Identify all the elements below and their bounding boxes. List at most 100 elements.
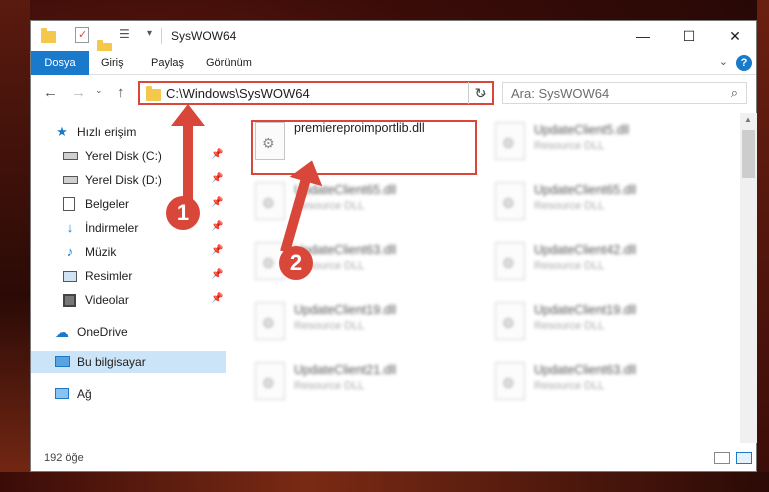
item-count: 192 öğe [44,452,84,464]
expand-ribbon-icon[interactable]: ⌄ [719,55,728,68]
file-name: UpdateClient65.dll [294,183,397,197]
dll-file-icon: ⚙ [495,242,525,280]
file-item[interactable]: ⚙ UpdateClient19.dll Resource DLL [247,298,477,350]
search-placeholder: Ara: SysWOW64 [511,86,610,101]
sidebar-item-network[interactable]: Ağ [31,383,226,405]
arrow-1-head [171,104,205,126]
file-item[interactable]: ⚙ UpdateClient5.dll Resource DLL [487,118,717,170]
title-separator [161,28,162,44]
sidebar-item-music[interactable]: ♪ Müzik 📌 [31,241,226,263]
large-icons-view-icon[interactable] [736,452,752,464]
recent-locations-icon[interactable]: ⌄ [95,85,103,96]
network-icon [55,388,69,399]
properties-icon[interactable]: ✓ [75,27,89,43]
pin-icon[interactable]: 📌 [211,269,223,280]
step-marker-1: 1 [166,196,200,230]
customize-toolbar-icon[interactable]: ☰ [119,27,130,43]
file-item[interactable]: ⚙ UpdateClient63.dll Resource DLL [487,358,717,410]
status-bar: 192 öğe [31,447,756,471]
dll-file-icon: ⚙ [495,122,525,160]
tab-home[interactable]: Giriş [91,51,134,75]
search-input[interactable]: Ara: SysWOW64 ⌕ [502,82,747,104]
gear-icon: ⚙ [262,195,275,211]
dll-file-icon: ⚙ [495,182,525,220]
details-view-icon[interactable] [714,452,730,464]
forward-button[interactable]: → [71,84,86,101]
gear-icon: ⚙ [502,315,515,331]
sidebar-item-disk-c[interactable]: Yerel Disk (C:) 📌 [31,145,226,167]
scroll-up-icon[interactable]: ▲ [744,115,752,124]
sidebar-item-label: Yerel Disk (D:) [85,173,162,187]
file-highlight-box [251,120,477,175]
file-type: Resource DLL [294,380,365,392]
tab-file[interactable]: Dosya [31,51,89,75]
scroll-thumb[interactable] [742,130,755,178]
address-path[interactable]: C:\Windows\SysWOW64 [166,86,310,101]
sidebar-item-label: İndirmeler [85,221,139,235]
maximize-button[interactable]: ☐ [666,21,712,51]
minimize-button[interactable]: — [620,21,666,51]
dll-file-icon: ⚙ [255,182,285,220]
close-button[interactable]: ✕ [712,21,758,51]
gear-icon: ⚙ [262,315,275,331]
sidebar-item-disk-d[interactable]: Yerel Disk (D:) 📌 [31,169,226,191]
file-name: UpdateClient19.dll [294,303,397,317]
sidebar-item-label: Belgeler [85,197,130,211]
sidebar-item-onedrive[interactable]: ☁ OneDrive [31,321,226,343]
file-item[interactable]: ⚙ UpdateClient42.dll Resource DLL [487,238,717,290]
file-item[interactable]: ⚙ UpdateClient65.dll Resource DLL [487,178,717,230]
dll-file-icon: ⚙ [255,362,285,400]
tab-view[interactable]: Görünüm [196,51,262,75]
pin-icon[interactable]: 📌 [211,221,223,232]
music-icon: ♪ [66,244,74,259]
file-item[interactable]: ⚙ UpdateClient65.dll Resource DLL [247,178,477,230]
back-button[interactable]: ← [43,84,58,101]
file-name: UpdateClient5.dll [534,123,630,137]
sidebar-item-videos[interactable]: Videolar 📌 [31,289,226,311]
sidebar-item-this-pc[interactable]: Bu bilgisayar [31,351,226,373]
videos-icon [63,294,76,307]
file-name: UpdateClient21.dll [294,363,397,377]
desktop-background-bottom [0,472,769,492]
explorer-window: ✓ ☰ ▾ SysWOW64 — ☐ ✕ Dosya Giriş Paylaş … [30,20,757,472]
up-button[interactable]: ↑ [117,84,125,101]
chevron-down-icon[interactable]: ▾ [147,28,152,44]
pin-icon[interactable]: 📌 [211,293,223,304]
title-bar: ✓ ☰ ▾ SysWOW64 — ☐ ✕ [31,21,758,55]
file-item[interactable]: ⚙ UpdateClient21.dll Resource DLL [247,358,477,410]
file-item[interactable]: ⚙ UpdateClient19.dll Resource DLL [487,298,717,350]
file-name: UpdateClient42.dll [534,243,637,257]
sidebar-item-pictures[interactable]: Resimler 📌 [31,265,226,287]
download-icon: ↓ [66,220,74,235]
desktop-background-right [757,0,769,492]
sidebar-item-label: OneDrive [77,325,128,339]
sidebar-item-label: Resimler [85,269,133,283]
star-icon: ★ [56,124,68,139]
pin-icon[interactable]: 📌 [211,197,223,208]
folder-icon [41,28,56,43]
help-icon[interactable]: ? [736,55,752,71]
sidebar-item-label: Ağ [77,387,92,401]
refresh-button[interactable]: ↻ [468,82,492,104]
dll-file-icon: ⚙ [255,302,285,340]
pin-icon[interactable]: 📌 [211,173,223,184]
navigation-pane: ★ Hızlı erişim Yerel Disk (C:) 📌 Yerel D… [31,113,226,443]
sidebar-item-label: Yerel Disk (C:) [85,149,162,163]
gear-icon: ⚙ [502,135,515,151]
drive-icon [63,152,78,160]
file-type: Resource DLL [294,200,365,212]
cloud-icon: ☁ [55,324,69,340]
folder-icon [146,86,161,101]
gear-icon: ⚙ [502,255,515,271]
file-type: Resource DLL [534,260,605,272]
file-type: Resource DLL [294,320,365,332]
address-bar[interactable]: C:\Windows\SysWOW64 ⌄ [138,81,494,105]
tab-share[interactable]: Paylaş [141,51,194,75]
pin-icon[interactable]: 📌 [211,149,223,160]
vertical-scrollbar[interactable]: ▲ [740,113,757,443]
window-title: SysWOW64 [171,29,237,43]
file-type: Resource DLL [534,320,605,332]
gear-icon: ⚙ [502,195,515,211]
pin-icon[interactable]: 📌 [211,245,223,256]
search-icon[interactable]: ⌕ [731,85,738,101]
